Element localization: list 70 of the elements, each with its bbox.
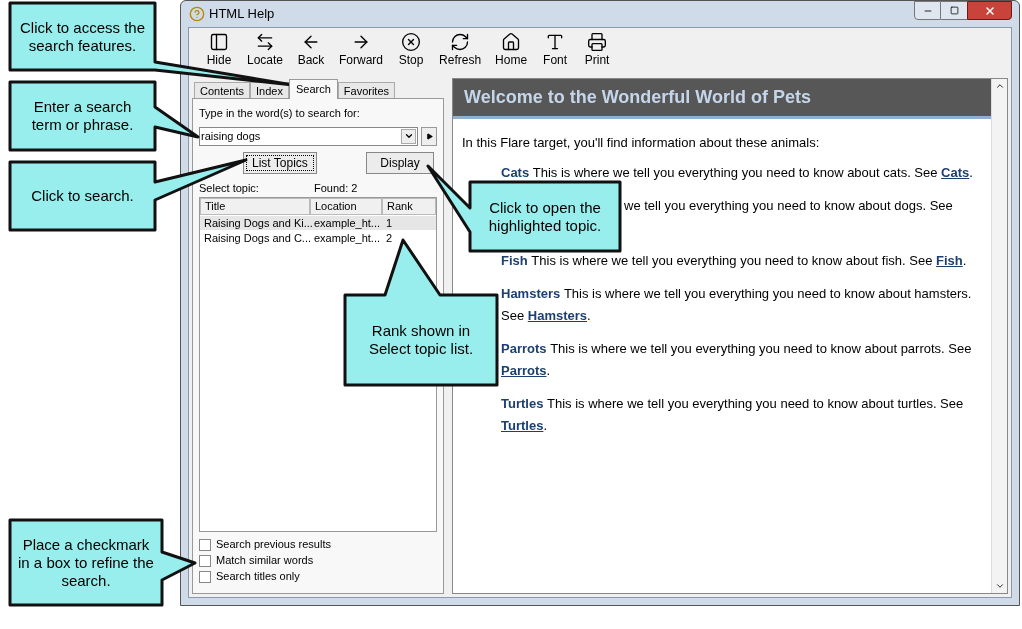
topic-link[interactable]: Parrots [501, 363, 547, 378]
window-title: HTML Help [209, 5, 275, 24]
scrollbar[interactable] [991, 79, 1007, 593]
sync-icon [255, 32, 275, 52]
toolbar-button[interactable]: Print [577, 32, 618, 67]
callout-text: Click to access the search features. [18, 18, 146, 55]
search-combobox[interactable]: raising dogs [199, 126, 418, 146]
panel-icon [209, 32, 229, 52]
column-header[interactable]: Location [310, 198, 382, 215]
topic-cell-text: 1 [385, 216, 394, 230]
tab[interactable]: Favorites [337, 82, 396, 98]
callout-text: Place a checkmark in a box to refine the search. [17, 535, 155, 590]
select-topic-label: Select topic: [199, 180, 260, 196]
callout-text: Click to open the highlighted topic. [487, 198, 603, 235]
animal-paragraph: Turtles This is where we tell you everything you need to know about turtles. See Turtles. [501, 395, 965, 435]
print-icon [587, 32, 608, 52]
close-button[interactable] [967, 1, 1012, 20]
topic-cell-text: Raising Dogs and Ki... [203, 216, 310, 230]
caret-icon [403, 131, 414, 141]
animal-paragraph: Fish This is where we tell you everything you need to know about fish. See Fish. [501, 252, 968, 270]
scroll-down-icon[interactable] [994, 581, 1005, 591]
help-icon [189, 6, 205, 22]
expand-button[interactable] [421, 126, 437, 146]
search-prompt: Type in the word(s) to search for: [199, 106, 361, 121]
toolbar-button[interactable]: Locate [241, 32, 290, 67]
home-icon [501, 32, 522, 52]
maximize-button[interactable] [941, 1, 967, 20]
toolbar-button[interactable]: Back [291, 32, 332, 67]
play-icon [425, 132, 433, 140]
minimize-button[interactable] [914, 1, 941, 20]
topic-row[interactable]: Raising Dogs and Ki...example_ht... 1 [200, 216, 436, 230]
option-label: Match similar words [216, 554, 314, 567]
topic-cell-text: example_ht... [313, 231, 382, 245]
option-label: Search previous results [216, 538, 331, 551]
tab[interactable]: Search [288, 79, 338, 99]
toolbar-button[interactable]: Refresh [433, 32, 488, 67]
animal-paragraph: Hamsters This is where we tell you everything you need to know about hamsters. See Hamsters. [501, 285, 973, 325]
close-icon [983, 4, 996, 17]
page-title: Welcome to the Wonderful World of Pets [464, 86, 812, 109]
animal-paragraph: Cats This is where we tell you everything you need to know about cats. See Cats. [501, 164, 974, 182]
maximize-icon [949, 6, 959, 15]
column-header[interactable]: Rank [382, 198, 436, 215]
tab[interactable]: Contents [194, 82, 251, 98]
topic-cell-text: Raising Dogs and C... [203, 231, 310, 245]
callout-text: Enter a search term or phrase. [30, 98, 135, 134]
list-topics-button[interactable]: List Topics [243, 151, 317, 174]
toolbar-button[interactable]: Forward [333, 32, 390, 67]
found-count: Found: 2 [314, 180, 358, 196]
callout-text: Click to search. [31, 187, 134, 205]
checkbox[interactable] [199, 570, 211, 583]
animal-paragraph: Parrots This is where we tell you everything you need to know about parrots. See Parrots. [501, 340, 973, 380]
column-header[interactable]: Title [200, 198, 310, 215]
scroll-up-icon[interactable] [994, 81, 1005, 91]
callout-text: Rank shown in Select topic list. [367, 322, 475, 358]
toolbar-button[interactable]: Home [489, 32, 534, 67]
topic-link[interactable]: Fish [936, 253, 963, 268]
checkbox[interactable] [199, 554, 211, 567]
animal-paragraph: we tell you everything you need to know about dogs. See [624, 197, 954, 215]
search-query: raising dogs [201, 128, 262, 144]
refresh-icon [450, 32, 471, 52]
toolbar-button[interactable]: Stop [391, 32, 432, 67]
intro-text: In this Flare target, you'll find information about these animals: [462, 135, 821, 150]
toolbar-button[interactable]: Hide [199, 32, 239, 67]
toolbar-button[interactable]: Font [535, 32, 576, 67]
dropdown-button[interactable] [401, 128, 416, 144]
stop-icon [401, 32, 422, 52]
display-button[interactable]: Display [366, 151, 434, 174]
topic-cell-text: 2 [385, 231, 394, 245]
option-label: Search titles only [216, 570, 300, 583]
checkbox[interactable] [199, 538, 211, 551]
